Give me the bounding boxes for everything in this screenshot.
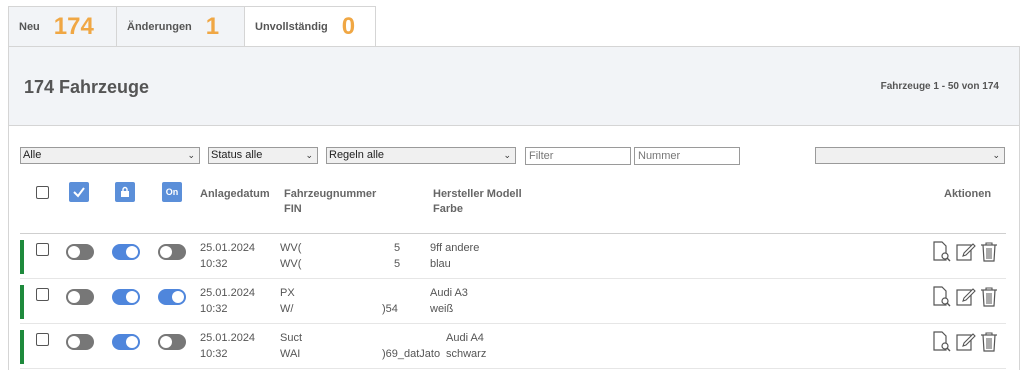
toggle-locked[interactable] bbox=[112, 289, 140, 305]
type-select[interactable]: Alle ⌄ bbox=[20, 147, 200, 164]
column-model[interactable]: Hersteller Modell bbox=[433, 186, 522, 202]
row-number-end: 5 bbox=[394, 242, 401, 254]
page-title: 174 Fahrzeuge bbox=[24, 77, 150, 97]
edit-icon[interactable] bbox=[956, 286, 976, 308]
row-date: 25.01.2024 bbox=[200, 242, 256, 254]
row-checkbox[interactable] bbox=[36, 288, 49, 301]
column-number[interactable]: Fahrzeugnummer bbox=[284, 186, 376, 202]
status-select-value: Status alle bbox=[211, 149, 263, 161]
delete-icon[interactable] bbox=[980, 286, 998, 308]
extra-select[interactable]: ⌄ bbox=[815, 147, 1005, 164]
tab-new-label: Neu bbox=[19, 20, 40, 33]
toggle-active[interactable] bbox=[66, 334, 94, 350]
tab-new-count: 174 bbox=[53, 12, 94, 40]
row-color: weiß bbox=[430, 303, 454, 315]
tab-incomplete-count: 0 bbox=[341, 12, 356, 40]
toggle-active[interactable] bbox=[66, 244, 94, 260]
status-tabs: Neu 174 Änderungen 1 Unvollständig 0 bbox=[8, 6, 376, 46]
edit-icon[interactable] bbox=[956, 331, 976, 353]
delete-icon[interactable] bbox=[980, 331, 998, 353]
checkmark-icon[interactable] bbox=[69, 182, 89, 202]
row-color: schwarz bbox=[446, 348, 487, 360]
row-time: 10:32 bbox=[200, 258, 228, 270]
row-fin-end: )69_datJato bbox=[382, 348, 441, 360]
select-all-checkbox[interactable] bbox=[36, 186, 49, 199]
tab-changes-label: Änderungen bbox=[127, 20, 192, 33]
status-bar bbox=[20, 330, 24, 364]
row-fin: WAI bbox=[280, 348, 301, 360]
number-input[interactable] bbox=[634, 147, 740, 165]
row-date: 25.01.2024 bbox=[200, 287, 256, 299]
row-actions bbox=[932, 331, 998, 353]
tab-incomplete[interactable]: Unvollständig 0 bbox=[244, 6, 376, 46]
status-bar bbox=[20, 285, 24, 319]
view-details-icon[interactable] bbox=[932, 286, 952, 308]
column-fin[interactable]: FIN bbox=[284, 201, 302, 217]
toggle-online[interactable] bbox=[158, 334, 186, 350]
row-model: Audi A3 bbox=[430, 287, 468, 299]
view-details-icon[interactable] bbox=[932, 241, 952, 263]
status-bar bbox=[20, 240, 24, 274]
row-checkbox[interactable] bbox=[36, 333, 49, 346]
table-row[interactable]: 25.01.2024 10:32 PX W/ )54 Audi A3 weiß bbox=[20, 279, 1006, 324]
panel-header: 174 Fahrzeuge Fahrzeuge 1 - 50 von 174 bbox=[9, 47, 1019, 126]
toggle-online[interactable] bbox=[158, 289, 186, 305]
pagination-info: Fahrzeuge 1 - 50 von 174 bbox=[880, 81, 999, 92]
toggle-online[interactable] bbox=[158, 244, 186, 260]
row-fin-end: )54 bbox=[382, 303, 398, 315]
row-checkbox[interactable] bbox=[36, 243, 49, 256]
toggle-locked[interactable] bbox=[112, 334, 140, 350]
column-date[interactable]: Anlagedatum bbox=[200, 186, 270, 202]
edit-icon[interactable] bbox=[956, 241, 976, 263]
toggle-active[interactable] bbox=[66, 289, 94, 305]
column-actions: Aktionen bbox=[944, 188, 992, 200]
row-model: Audi A4 bbox=[446, 332, 484, 344]
row-fin-end: 5 bbox=[394, 258, 401, 270]
row-number: Suct bbox=[280, 332, 303, 344]
column-color[interactable]: Farbe bbox=[433, 201, 463, 217]
tab-changes-count: 1 bbox=[205, 12, 220, 40]
row-actions bbox=[932, 286, 998, 308]
row-color: blau bbox=[430, 258, 451, 270]
filter-input[interactable] bbox=[525, 147, 631, 165]
view-details-icon[interactable] bbox=[932, 331, 952, 353]
rules-select[interactable]: Regeln alle ⌄ bbox=[326, 147, 516, 164]
tab-incomplete-label: Unvollständig bbox=[255, 20, 328, 33]
chevron-down-icon: ⌄ bbox=[503, 150, 511, 160]
chevron-down-icon: ⌄ bbox=[187, 150, 195, 160]
row-time: 10:32 bbox=[200, 303, 228, 315]
chevron-down-icon: ⌄ bbox=[305, 150, 313, 160]
chevron-down-icon: ⌄ bbox=[992, 150, 1000, 160]
type-select-value: Alle bbox=[23, 149, 42, 161]
status-select[interactable]: Status alle ⌄ bbox=[208, 147, 318, 164]
on-icon[interactable]: On bbox=[162, 182, 182, 202]
toggle-locked[interactable] bbox=[112, 244, 140, 260]
row-fin: W/ bbox=[280, 303, 294, 315]
rules-select-value: Regeln alle bbox=[329, 149, 385, 161]
row-number: WV( bbox=[280, 242, 302, 254]
row-date: 25.01.2024 bbox=[200, 332, 256, 344]
delete-icon[interactable] bbox=[980, 241, 998, 263]
table-row[interactable]: 25.01.2024 10:32 Suct WAI )69_datJato Au… bbox=[20, 324, 1006, 369]
row-fin: WV( bbox=[280, 258, 302, 270]
tab-new[interactable]: Neu 174 bbox=[8, 6, 117, 46]
tab-changes[interactable]: Änderungen 1 bbox=[116, 6, 245, 46]
row-time: 10:32 bbox=[200, 348, 228, 360]
table-row[interactable]: 25.01.2024 10:32 WV( 5 WV( 5 9ff andere … bbox=[20, 234, 1006, 279]
row-model: 9ff andere bbox=[430, 242, 480, 254]
row-actions bbox=[932, 241, 998, 263]
lock-icon[interactable] bbox=[115, 182, 135, 202]
row-number: PX bbox=[280, 287, 295, 299]
